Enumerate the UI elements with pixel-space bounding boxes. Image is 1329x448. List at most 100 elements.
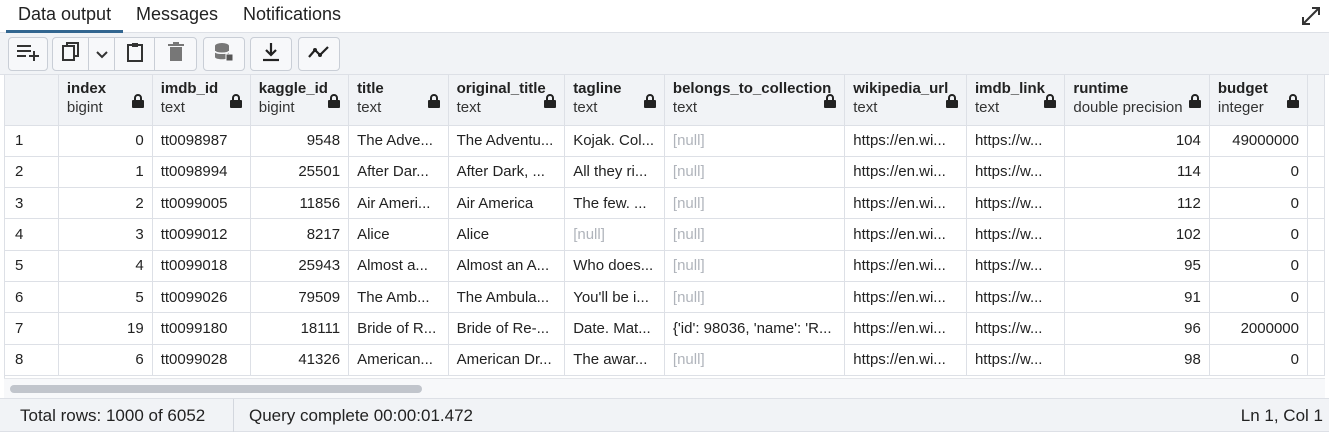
row-number[interactable]: 1 (5, 125, 59, 157)
table-cell-belongs-to-collection[interactable]: [null] (664, 156, 846, 189)
table-cell-runtime[interactable]: 102 (1064, 218, 1210, 251)
table-cell-index[interactable]: 5 (58, 281, 153, 314)
table-cell-title[interactable]: Air Ameri... (348, 187, 449, 220)
table-cell-wikipedia-url[interactable]: https://en.wi... (844, 156, 967, 189)
table-row[interactable]: 3 2 tt0099005 11856 Air Ameri... Air America T… (5, 187, 1325, 220)
column-header-index[interactable]: index bigint (58, 75, 153, 126)
table-cell-imdb-id[interactable]: tt0099028 (152, 344, 251, 376)
table-cell-budget[interactable]: 0 (1209, 344, 1309, 376)
tab-notifications[interactable]: Notifications (243, 0, 341, 33)
horizontal-scrollbar[interactable] (4, 378, 1325, 398)
row-number-header[interactable] (5, 75, 59, 126)
table-cell-imdb-id[interactable]: tt0099005 (152, 187, 251, 220)
copy-options-button[interactable] (89, 38, 115, 70)
graph-visualiser-button[interactable] (299, 38, 339, 70)
table-cell-original-title[interactable]: American Dr... (448, 344, 566, 376)
table-cell-kaggle-id[interactable]: 8217 (250, 218, 350, 251)
table-cell-title[interactable]: Alice (348, 218, 449, 251)
table-row[interactable]: 5 4 tt0099018 25943 Almost a... Almost an A..… (5, 250, 1325, 282)
table-cell-budget[interactable]: 0 (1209, 156, 1309, 189)
table-cell-original-title[interactable]: Almost an A... (448, 250, 566, 282)
table-cell-index[interactable]: 1 (58, 156, 153, 189)
table-cell-belongs-to-collection[interactable]: {'id': 98036, 'name': 'R... (664, 312, 846, 345)
table-cell-kaggle-id[interactable]: 25943 (250, 250, 350, 282)
table-cell-original-title[interactable]: The Adventu... (448, 125, 566, 157)
table-cell-imdb-link[interactable]: https://w... (966, 250, 1066, 282)
table-cell-budget[interactable]: 0 (1209, 250, 1309, 282)
table-row[interactable]: 1 0 tt0098987 9548 The Adve... The Adventu...… (5, 125, 1325, 157)
column-header-runtime[interactable]: runtime double precision (1064, 75, 1210, 126)
table-cell-runtime[interactable]: 112 (1064, 187, 1210, 220)
tab-messages[interactable]: Messages (136, 0, 218, 33)
row-number[interactable]: 7 (5, 312, 59, 345)
table-cell-title[interactable]: The Amb... (348, 281, 449, 314)
table-cell-kaggle-id[interactable]: 41326 (250, 344, 350, 376)
table-cell-budget[interactable]: 0 (1209, 218, 1309, 251)
table-cell-title[interactable]: Almost a... (348, 250, 449, 282)
table-cell-budget[interactable]: 2000000 (1209, 312, 1309, 345)
table-cell-imdb-id[interactable]: tt0099026 (152, 281, 251, 314)
delete-button[interactable] (155, 38, 196, 70)
row-number[interactable]: 3 (5, 187, 59, 220)
table-cell-original-title[interactable]: The Ambula... (448, 281, 566, 314)
add-row-button[interactable] (9, 38, 47, 70)
data-grid[interactable]: index bigint imdb_id text kaggle_id bigint tit… (4, 75, 1325, 378)
table-cell-tagline[interactable]: Who does... (564, 250, 665, 282)
table-cell-tagline[interactable]: The awar... (564, 344, 665, 376)
table-cell-imdb-link[interactable]: https://w... (966, 187, 1066, 220)
table-cell-wikipedia-url[interactable]: https://en.wi... (844, 125, 967, 157)
table-cell-index[interactable]: 19 (58, 312, 153, 345)
table-cell-imdb-id[interactable]: tt0099180 (152, 312, 251, 345)
table-cell-runtime[interactable]: 98 (1064, 344, 1210, 376)
table-cell-imdb-link[interactable]: https://w... (966, 218, 1066, 251)
table-cell-wikipedia-url[interactable]: https://en.wi... (844, 344, 967, 376)
table-row[interactable]: 7 19 tt0099180 18111 Bride of R... Bride of R… (5, 312, 1325, 345)
scrollbar-thumb[interactable] (10, 385, 422, 393)
table-cell-wikipedia-url[interactable]: https://en.wi... (844, 218, 967, 251)
table-cell-runtime[interactable]: 114 (1064, 156, 1210, 189)
row-number[interactable]: 5 (5, 250, 59, 282)
table-cell-original-title[interactable]: Air America (448, 187, 566, 220)
table-cell-index[interactable]: 0 (58, 125, 153, 157)
column-header-original-title[interactable]: original_title text (448, 75, 566, 126)
row-number[interactable]: 2 (5, 156, 59, 189)
table-cell-imdb-link[interactable]: https://w... (966, 125, 1066, 157)
column-header-belongs-to-collection[interactable]: belongs_to_collection text (664, 75, 846, 126)
row-number[interactable]: 4 (5, 218, 59, 251)
table-cell-kaggle-id[interactable]: 18111 (250, 312, 350, 345)
table-cell-index[interactable]: 3 (58, 218, 153, 251)
table-cell-runtime[interactable]: 104 (1064, 125, 1210, 157)
table-cell-kaggle-id[interactable]: 11856 (250, 187, 350, 220)
table-cell-tagline[interactable]: Kojak. Col... (564, 125, 665, 157)
expand-icon[interactable] (1299, 4, 1323, 28)
copy-button[interactable] (53, 38, 89, 70)
table-cell-title[interactable]: Bride of R... (348, 312, 449, 345)
table-cell-kaggle-id[interactable]: 25501 (250, 156, 350, 189)
table-cell-original-title[interactable]: Bride of Re-... (448, 312, 566, 345)
row-number[interactable]: 8 (5, 344, 59, 376)
download-button[interactable] (251, 38, 291, 70)
table-cell-imdb-link[interactable]: https://w... (966, 312, 1066, 345)
column-header-budget[interactable]: budget integer (1209, 75, 1309, 126)
table-cell-wikipedia-url[interactable]: https://en.wi... (844, 187, 967, 220)
table-cell-belongs-to-collection[interactable]: [null] (664, 344, 846, 376)
table-cell-runtime[interactable]: 91 (1064, 281, 1210, 314)
table-cell-belongs-to-collection[interactable]: [null] (664, 187, 846, 220)
table-cell-runtime[interactable]: 95 (1064, 250, 1210, 282)
paste-button[interactable] (115, 38, 155, 70)
table-cell-imdb-link[interactable]: https://w... (966, 281, 1066, 314)
column-header-imdb-link[interactable]: imdb_link text (966, 75, 1066, 126)
table-row[interactable]: 4 3 tt0099012 8217 Alice Alice [null] [null] htt… (5, 218, 1325, 251)
table-cell-title[interactable]: After Dar... (348, 156, 449, 189)
table-cell-kaggle-id[interactable]: 9548 (250, 125, 350, 157)
table-cell-index[interactable]: 2 (58, 187, 153, 220)
column-header-title[interactable]: title text (348, 75, 449, 126)
table-cell-wikipedia-url[interactable]: https://en.wi... (844, 250, 967, 282)
table-cell-tagline[interactable]: Date. Mat... (564, 312, 665, 345)
table-cell-imdb-id[interactable]: tt0099018 (152, 250, 251, 282)
table-cell-original-title[interactable]: Alice (448, 218, 566, 251)
table-cell-wikipedia-url[interactable]: https://en.wi... (844, 312, 967, 345)
save-data-button[interactable] (204, 38, 244, 70)
table-row[interactable]: 6 5 tt0099026 79509 The Amb... The Ambula... Y… (5, 281, 1325, 314)
column-header-wikipedia-url[interactable]: wikipedia_url text (844, 75, 967, 126)
